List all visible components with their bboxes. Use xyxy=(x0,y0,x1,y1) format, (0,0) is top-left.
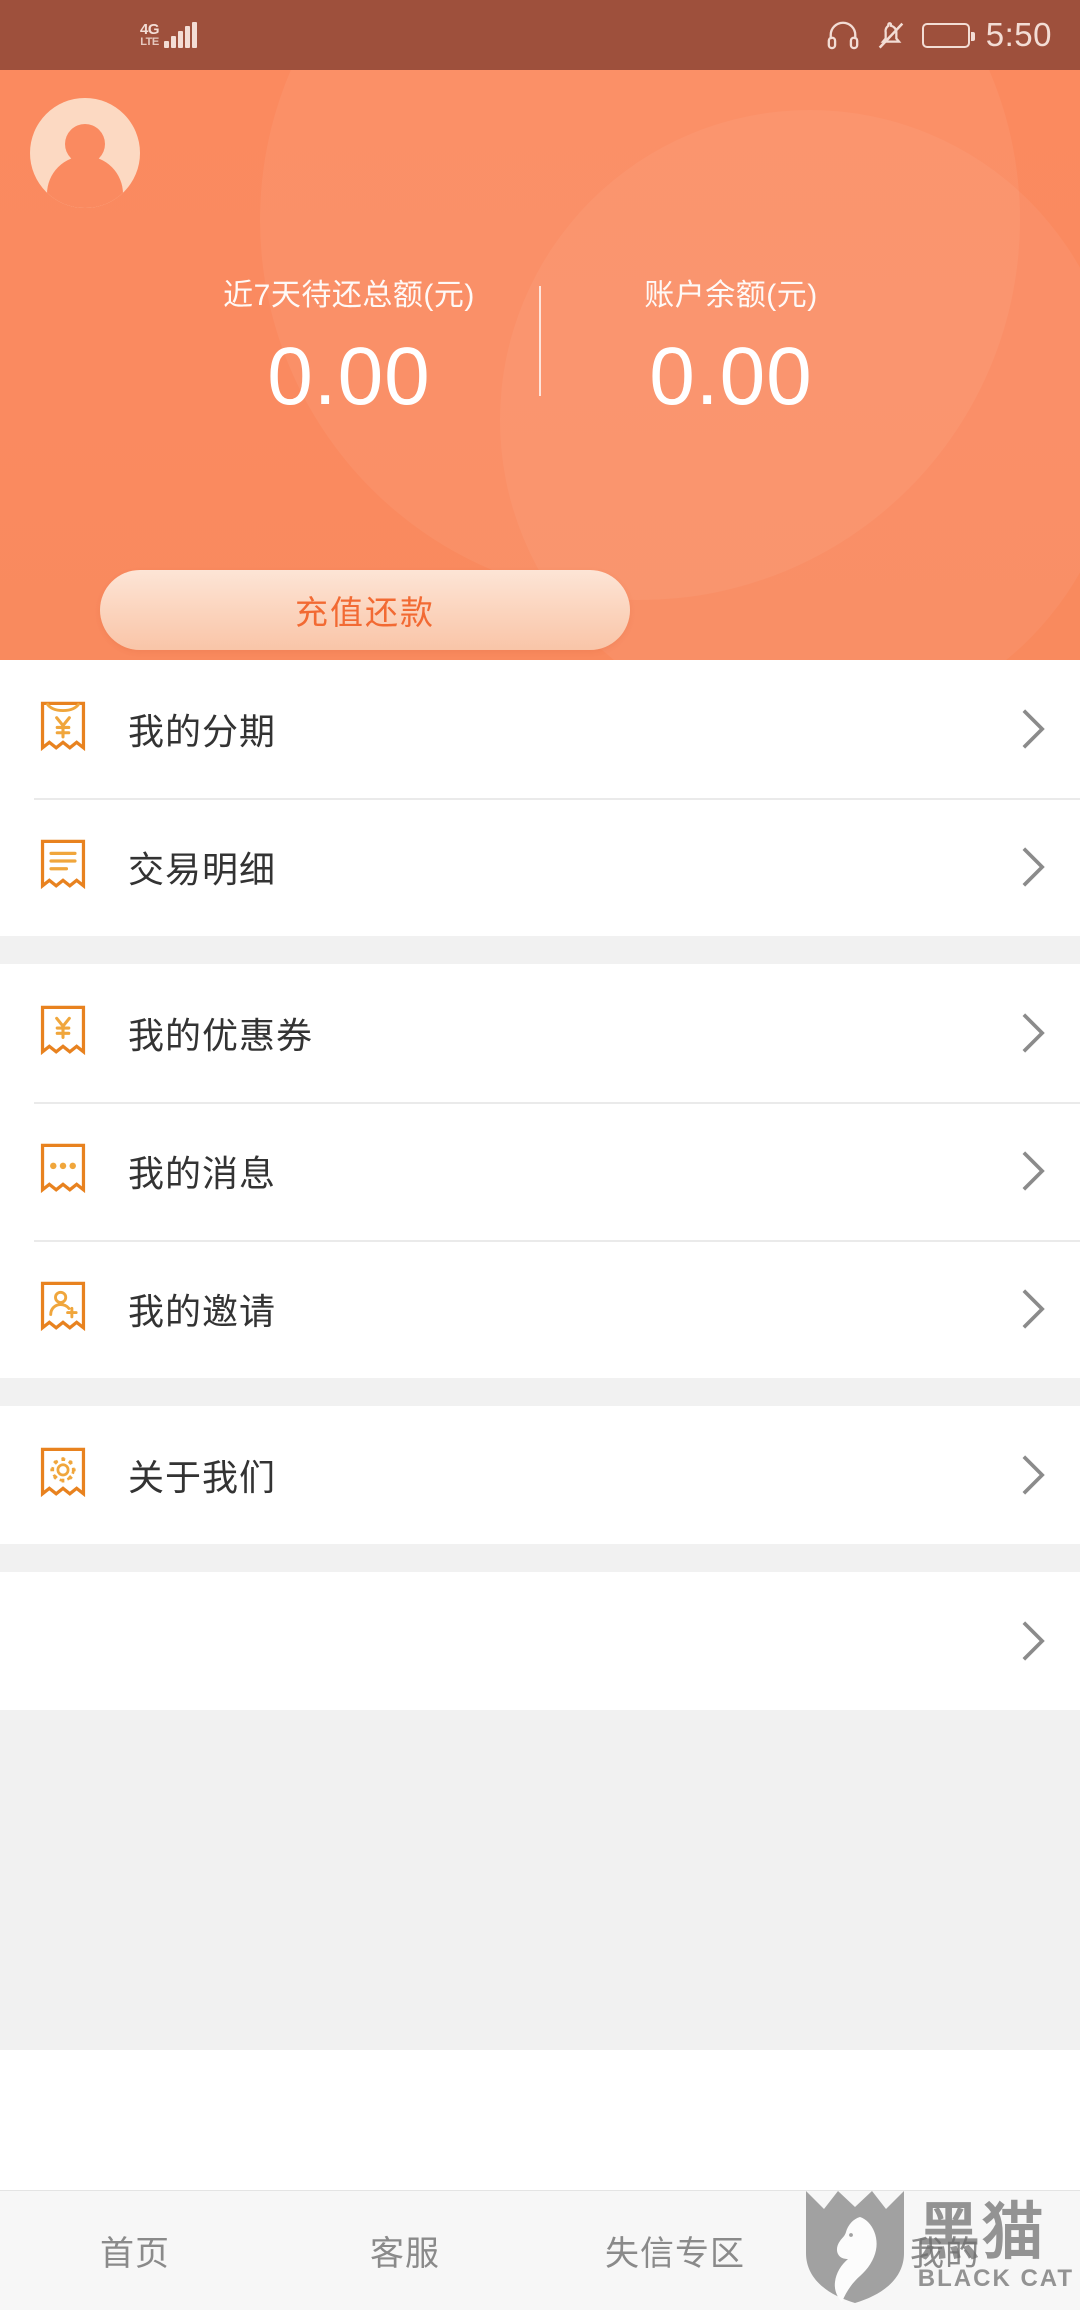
receipt-lines-icon xyxy=(34,838,92,896)
chevron-right-icon xyxy=(1020,845,1046,889)
headphones-icon xyxy=(826,20,860,50)
menu-item-label: 我的优惠券 xyxy=(128,1015,314,1056)
menu-item-label: 交易明细 xyxy=(128,849,277,890)
battery-icon xyxy=(921,22,975,48)
menu-group-1: 我的分期 交易明细 xyxy=(0,660,1080,936)
chevron-right-icon xyxy=(1020,1287,1046,1331)
tab-dishonesty-zone[interactable]: 失信专区 xyxy=(540,2226,810,2275)
receipt-dots-icon xyxy=(34,1142,92,1200)
receipt-gear-icon xyxy=(34,1446,92,1504)
stat-label: 近7天待还总额(元) xyxy=(223,279,475,312)
chevron-right-icon xyxy=(1020,1619,1046,1663)
bell-muted-icon xyxy=(876,19,906,51)
network-lte-label: LTE xyxy=(140,36,159,48)
menu-item-transaction-details[interactable]: 交易明细 xyxy=(0,798,1080,936)
avatar-body-shape xyxy=(47,156,123,208)
recharge-repay-button[interactable]: 充值还款 xyxy=(100,570,630,650)
content-spacer xyxy=(0,1710,1080,2050)
chevron-right-icon xyxy=(1020,1453,1046,1497)
menu-item-my-installments[interactable]: 我的分期 xyxy=(0,660,1080,798)
network-4g-label: 4G xyxy=(140,21,160,38)
chevron-right-icon xyxy=(1020,1011,1046,1055)
stat-value: 0.00 xyxy=(649,331,813,422)
menu-group-separator xyxy=(0,936,1080,964)
menu-item-label: 我的分期 xyxy=(128,711,277,752)
bottom-tab-bar: 首页 客服 失信专区 我的 xyxy=(0,2190,1080,2310)
receipt-yuan-icon xyxy=(34,1004,92,1062)
status-bar-right: 5:50 xyxy=(826,16,1052,54)
app-screen: 4G LTE 5:50 近7天待还总额(元) 0.00 账户余额(元) 0.00… xyxy=(0,0,1080,2310)
signal-bars-icon xyxy=(164,22,198,48)
menu-item-my-invitations[interactable]: 我的邀请 xyxy=(0,1240,1080,1378)
chevron-right-icon xyxy=(1020,707,1046,751)
receipt-yuan-icon xyxy=(34,700,92,758)
menu-item-empty[interactable] xyxy=(0,1572,1080,1710)
menu-item-label: 我的消息 xyxy=(128,1153,277,1194)
menu-group-3: 关于我们 xyxy=(0,1406,1080,1544)
menu-group-separator xyxy=(0,1378,1080,1406)
stat-value: 0.00 xyxy=(267,331,431,422)
chevron-right-icon xyxy=(1020,1149,1046,1193)
receipt-user-add-icon xyxy=(34,1280,92,1338)
avatar[interactable] xyxy=(30,98,140,208)
menu-item-label: 关于我们 xyxy=(128,1457,277,1498)
menu-group-separator xyxy=(0,1544,1080,1572)
menu-list: 我的分期 交易明细 我的优惠券 我的消息 我的邀请 关于我们 xyxy=(0,660,1080,2050)
menu-item-my-coupons[interactable]: 我的优惠券 xyxy=(0,964,1080,1102)
stat-pending-repayment: 近7天待还总额(元) 0.00 xyxy=(159,270,539,418)
empty-icon-slot xyxy=(34,1612,92,1670)
account-header: 近7天待还总额(元) 0.00 账户余额(元) 0.00 充值还款 xyxy=(0,70,1080,660)
status-bar-left: 4G LTE xyxy=(140,21,198,48)
menu-group-2: 我的优惠券 我的消息 我的邀请 xyxy=(0,964,1080,1378)
status-bar: 4G LTE 5:50 xyxy=(0,0,1080,70)
tab-mine[interactable]: 我的 xyxy=(810,2226,1080,2275)
status-bar-clock: 5:50 xyxy=(985,16,1052,53)
account-stats: 近7天待还总额(元) 0.00 账户余额(元) 0.00 xyxy=(0,270,1080,418)
tab-customer-service[interactable]: 客服 xyxy=(270,2226,540,2275)
stat-label: 账户余额(元) xyxy=(644,279,818,312)
menu-item-my-messages[interactable]: 我的消息 xyxy=(0,1102,1080,1240)
menu-item-label: 我的邀请 xyxy=(128,1291,277,1332)
stat-account-balance: 账户余额(元) 0.00 xyxy=(541,270,921,418)
tab-home[interactable]: 首页 xyxy=(0,2226,270,2275)
network-type-label: 4G LTE xyxy=(140,21,160,48)
menu-item-about-us[interactable]: 关于我们 xyxy=(0,1406,1080,1544)
menu-group-4 xyxy=(0,1572,1080,1710)
